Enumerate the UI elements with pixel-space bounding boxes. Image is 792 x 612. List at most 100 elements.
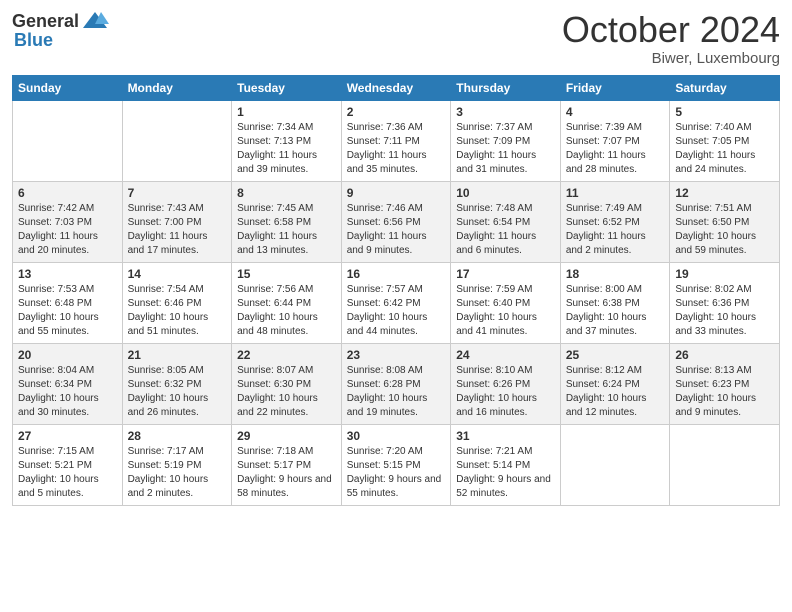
day-number: 17 <box>456 267 555 281</box>
day-cell: 11 Sunrise: 7:49 AMSunset: 6:52 PMDayligh… <box>560 181 670 262</box>
day-number: 24 <box>456 348 555 362</box>
day-info: Sunrise: 7:39 AMSunset: 7:07 PMDaylight:… <box>566 121 665 177</box>
day-info: Sunrise: 7:53 AMSunset: 6:48 PMDaylight:… <box>18 283 117 339</box>
day-number: 19 <box>675 267 774 281</box>
day-info: Sunrise: 7:59 AMSunset: 6:40 PMDaylight:… <box>456 283 555 339</box>
logo-icon <box>81 10 109 32</box>
day-cell <box>122 100 232 181</box>
day-info: Sunrise: 7:43 AMSunset: 7:00 PMDaylight:… <box>128 202 227 258</box>
header: General Blue October 2024 Biwer, Luxembo… <box>12 10 780 67</box>
day-cell: 14 Sunrise: 7:54 AMSunset: 6:46 PMDayligh… <box>122 262 232 343</box>
day-info: Sunrise: 7:57 AMSunset: 6:42 PMDaylight:… <box>347 283 446 339</box>
location: Biwer, Luxembourg <box>562 50 780 67</box>
day-number: 21 <box>128 348 227 362</box>
day-cell <box>670 424 780 505</box>
day-cell: 22Sunrise: 8:07 AMSunset: 6:30 PMDayligh… <box>232 343 342 424</box>
day-number: 16 <box>347 267 446 281</box>
day-cell: 13Sunrise: 7:53 AMSunset: 6:48 PMDayligh… <box>13 262 123 343</box>
day-cell: 31 Sunrise: 7:21 AMSunset: 5:14 PMDayligh… <box>451 424 561 505</box>
day-number: 10 <box>456 186 555 200</box>
col-header-monday: Monday <box>122 75 232 100</box>
day-info: Sunrise: 8:10 AMSunset: 6:26 PMDaylight:… <box>456 364 555 420</box>
day-info: Sunrise: 7:21 AMSunset: 5:14 PMDaylight:… <box>456 445 555 501</box>
day-cell: 21 Sunrise: 8:05 AMSunset: 6:32 PMDayligh… <box>122 343 232 424</box>
day-info: Sunrise: 8:05 AMSunset: 6:32 PMDaylight:… <box>128 364 227 420</box>
day-cell: 1Sunrise: 7:34 AMSunset: 7:13 PMDaylight… <box>232 100 342 181</box>
day-number: 12 <box>675 186 774 200</box>
day-number: 31 <box>456 429 555 443</box>
week-row-2: 6 Sunrise: 7:42 AMSunset: 7:03 PMDaylight… <box>13 181 780 262</box>
day-cell: 9 Sunrise: 7:46 AMSunset: 6:56 PMDaylight… <box>341 181 451 262</box>
day-cell: 10 Sunrise: 7:48 AMSunset: 6:54 PMDayligh… <box>451 181 561 262</box>
day-number: 26 <box>675 348 774 362</box>
week-row-4: 20 Sunrise: 8:04 AMSunset: 6:34 PMDayligh… <box>13 343 780 424</box>
day-info: Sunrise: 8:13 AMSunset: 6:23 PMDaylight:… <box>675 364 774 420</box>
col-header-friday: Friday <box>560 75 670 100</box>
day-number: 9 <box>347 186 446 200</box>
day-info: Sunrise: 7:20 AMSunset: 5:15 PMDaylight:… <box>347 445 446 501</box>
day-cell: 18Sunrise: 8:00 AMSunset: 6:38 PMDayligh… <box>560 262 670 343</box>
day-cell: 24 Sunrise: 8:10 AMSunset: 6:26 PMDayligh… <box>451 343 561 424</box>
day-cell: 16 Sunrise: 7:57 AMSunset: 6:42 PMDayligh… <box>341 262 451 343</box>
week-row-5: 27Sunrise: 7:15 AMSunset: 5:21 PMDayligh… <box>13 424 780 505</box>
day-number: 18 <box>566 267 665 281</box>
day-cell: 8 Sunrise: 7:45 AMSunset: 6:58 PMDaylight… <box>232 181 342 262</box>
day-number: 3 <box>456 105 555 119</box>
day-cell: 25 Sunrise: 8:12 AMSunset: 6:24 PMDayligh… <box>560 343 670 424</box>
day-info: Sunrise: 7:15 AMSunset: 5:21 PMDaylight:… <box>18 445 117 501</box>
day-number: 8 <box>237 186 336 200</box>
day-cell: 17 Sunrise: 7:59 AMSunset: 6:40 PMDayligh… <box>451 262 561 343</box>
day-number: 6 <box>18 186 117 200</box>
page-container: General Blue October 2024 Biwer, Luxembo… <box>0 0 792 514</box>
day-cell: 6 Sunrise: 7:42 AMSunset: 7:03 PMDaylight… <box>13 181 123 262</box>
day-number: 11 <box>566 186 665 200</box>
day-number: 22 <box>237 348 336 362</box>
day-info: Sunrise: 8:12 AMSunset: 6:24 PMDaylight:… <box>566 364 665 420</box>
day-number: 4 <box>566 105 665 119</box>
day-info: Sunrise: 7:56 AMSunset: 6:44 PMDaylight:… <box>237 283 336 339</box>
day-number: 25 <box>566 348 665 362</box>
day-number: 20 <box>18 348 117 362</box>
day-number: 29 <box>237 429 336 443</box>
day-cell: 27Sunrise: 7:15 AMSunset: 5:21 PMDayligh… <box>13 424 123 505</box>
day-info: Sunrise: 7:34 AMSunset: 7:13 PMDaylight:… <box>237 121 336 177</box>
day-cell: 2 Sunrise: 7:36 AMSunset: 7:11 PMDaylight… <box>341 100 451 181</box>
day-info: Sunrise: 7:48 AMSunset: 6:54 PMDaylight:… <box>456 202 555 258</box>
day-info: Sunrise: 7:46 AMSunset: 6:56 PMDaylight:… <box>347 202 446 258</box>
col-header-thursday: Thursday <box>451 75 561 100</box>
day-cell: 12Sunrise: 7:51 AMSunset: 6:50 PMDayligh… <box>670 181 780 262</box>
day-cell: 19 Sunrise: 8:02 AMSunset: 6:36 PMDayligh… <box>670 262 780 343</box>
day-number: 7 <box>128 186 227 200</box>
day-info: Sunrise: 7:37 AMSunset: 7:09 PMDaylight:… <box>456 121 555 177</box>
day-info: Sunrise: 7:42 AMSunset: 7:03 PMDaylight:… <box>18 202 117 258</box>
calendar-table: SundayMondayTuesdayWednesdayThursdayFrid… <box>12 75 780 506</box>
day-info: Sunrise: 8:04 AMSunset: 6:34 PMDaylight:… <box>18 364 117 420</box>
day-cell: 15 Sunrise: 7:56 AMSunset: 6:44 PMDayligh… <box>232 262 342 343</box>
day-cell: 28Sunrise: 7:17 AMSunset: 5:19 PMDayligh… <box>122 424 232 505</box>
col-header-tuesday: Tuesday <box>232 75 342 100</box>
day-number: 14 <box>128 267 227 281</box>
month-title: October 2024 <box>562 10 780 50</box>
day-cell: 20 Sunrise: 8:04 AMSunset: 6:34 PMDayligh… <box>13 343 123 424</box>
week-row-1: 1Sunrise: 7:34 AMSunset: 7:13 PMDaylight… <box>13 100 780 181</box>
day-cell: 30Sunrise: 7:20 AMSunset: 5:15 PMDayligh… <box>341 424 451 505</box>
day-info: Sunrise: 7:45 AMSunset: 6:58 PMDaylight:… <box>237 202 336 258</box>
day-number: 2 <box>347 105 446 119</box>
day-cell: 29Sunrise: 7:18 AMSunset: 5:17 PMDayligh… <box>232 424 342 505</box>
day-info: Sunrise: 8:08 AMSunset: 6:28 PMDaylight:… <box>347 364 446 420</box>
day-info: Sunrise: 7:40 AMSunset: 7:05 PMDaylight:… <box>675 121 774 177</box>
day-cell: 23 Sunrise: 8:08 AMSunset: 6:28 PMDayligh… <box>341 343 451 424</box>
day-info: Sunrise: 7:49 AMSunset: 6:52 PMDaylight:… <box>566 202 665 258</box>
day-number: 23 <box>347 348 446 362</box>
col-header-sunday: Sunday <box>13 75 123 100</box>
day-info: Sunrise: 7:36 AMSunset: 7:11 PMDaylight:… <box>347 121 446 177</box>
week-row-3: 13Sunrise: 7:53 AMSunset: 6:48 PMDayligh… <box>13 262 780 343</box>
day-number: 15 <box>237 267 336 281</box>
logo: General <box>12 10 109 32</box>
day-info: Sunrise: 7:17 AMSunset: 5:19 PMDaylight:… <box>128 445 227 501</box>
day-number: 5 <box>675 105 774 119</box>
day-cell: 3 Sunrise: 7:37 AMSunset: 7:09 PMDaylight… <box>451 100 561 181</box>
day-info: Sunrise: 7:54 AMSunset: 6:46 PMDaylight:… <box>128 283 227 339</box>
day-info: Sunrise: 8:02 AMSunset: 6:36 PMDaylight:… <box>675 283 774 339</box>
day-cell: 26 Sunrise: 8:13 AMSunset: 6:23 PMDayligh… <box>670 343 780 424</box>
